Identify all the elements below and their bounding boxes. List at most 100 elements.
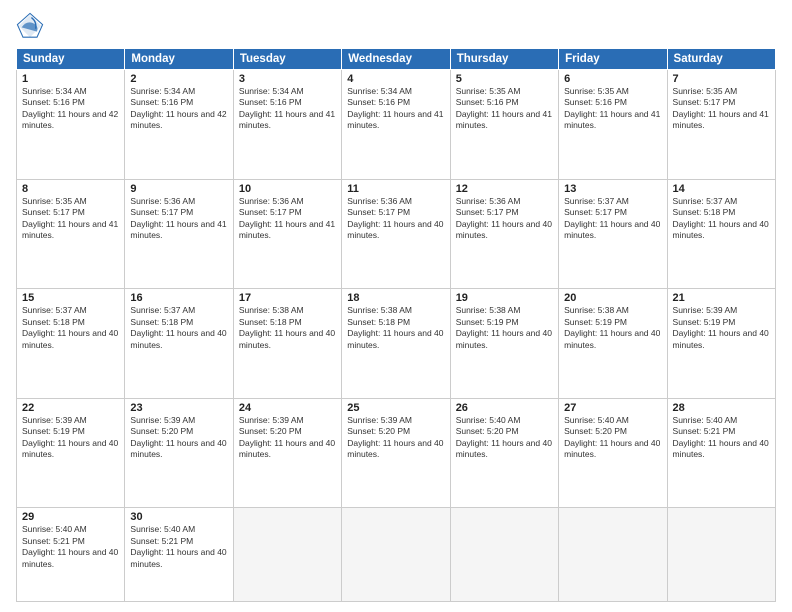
day-cell-27: 27Sunrise: 5:40 AMSunset: 5:20 PMDayligh… — [559, 398, 667, 508]
day-cell-20: 20Sunrise: 5:38 AMSunset: 5:19 PMDayligh… — [559, 289, 667, 399]
day-info: Sunrise: 5:39 AMSunset: 5:20 PMDaylight:… — [347, 415, 444, 461]
days-header-row: SundayMondayTuesdayWednesdayThursdayFrid… — [17, 49, 776, 70]
day-number: 1 — [22, 73, 119, 85]
day-info: Sunrise: 5:36 AMSunset: 5:17 PMDaylight:… — [347, 196, 444, 242]
day-cell-19: 19Sunrise: 5:38 AMSunset: 5:19 PMDayligh… — [450, 289, 558, 399]
day-cell-14: 14Sunrise: 5:37 AMSunset: 5:18 PMDayligh… — [667, 179, 775, 289]
day-cell-30: 30Sunrise: 5:40 AMSunset: 5:21 PMDayligh… — [125, 508, 233, 602]
day-info: Sunrise: 5:40 AMSunset: 5:20 PMDaylight:… — [456, 415, 553, 461]
day-info: Sunrise: 5:34 AMSunset: 5:16 PMDaylight:… — [22, 86, 119, 132]
day-cell-13: 13Sunrise: 5:37 AMSunset: 5:17 PMDayligh… — [559, 179, 667, 289]
day-cell-12: 12Sunrise: 5:36 AMSunset: 5:17 PMDayligh… — [450, 179, 558, 289]
day-info: Sunrise: 5:39 AMSunset: 5:19 PMDaylight:… — [22, 415, 119, 461]
day-info: Sunrise: 5:38 AMSunset: 5:19 PMDaylight:… — [564, 305, 661, 351]
day-number: 19 — [456, 292, 553, 304]
day-cell-5: 5Sunrise: 5:35 AMSunset: 5:16 PMDaylight… — [450, 70, 558, 180]
day-cell-29: 29Sunrise: 5:40 AMSunset: 5:21 PMDayligh… — [17, 508, 125, 602]
day-cell-8: 8Sunrise: 5:35 AMSunset: 5:17 PMDaylight… — [17, 179, 125, 289]
day-info: Sunrise: 5:34 AMSunset: 5:16 PMDaylight:… — [239, 86, 336, 132]
day-number: 24 — [239, 402, 336, 414]
empty-cell — [342, 508, 450, 602]
day-info: Sunrise: 5:40 AMSunset: 5:21 PMDaylight:… — [22, 524, 119, 570]
day-number: 10 — [239, 183, 336, 195]
empty-cell — [667, 508, 775, 602]
day-cell-22: 22Sunrise: 5:39 AMSunset: 5:19 PMDayligh… — [17, 398, 125, 508]
day-number: 11 — [347, 183, 444, 195]
day-number: 2 — [130, 73, 227, 85]
day-number: 28 — [673, 402, 770, 414]
day-number: 5 — [456, 73, 553, 85]
day-number: 15 — [22, 292, 119, 304]
day-number: 20 — [564, 292, 661, 304]
day-info: Sunrise: 5:40 AMSunset: 5:21 PMDaylight:… — [130, 524, 227, 570]
day-info: Sunrise: 5:35 AMSunset: 5:16 PMDaylight:… — [456, 86, 553, 132]
day-info: Sunrise: 5:36 AMSunset: 5:17 PMDaylight:… — [456, 196, 553, 242]
week-row-3: 15Sunrise: 5:37 AMSunset: 5:18 PMDayligh… — [17, 289, 776, 399]
day-number: 23 — [130, 402, 227, 414]
day-cell-3: 3Sunrise: 5:34 AMSunset: 5:16 PMDaylight… — [233, 70, 341, 180]
day-info: Sunrise: 5:34 AMSunset: 5:16 PMDaylight:… — [347, 86, 444, 132]
day-cell-26: 26Sunrise: 5:40 AMSunset: 5:20 PMDayligh… — [450, 398, 558, 508]
logo — [16, 12, 48, 40]
day-info: Sunrise: 5:37 AMSunset: 5:17 PMDaylight:… — [564, 196, 661, 242]
day-info: Sunrise: 5:37 AMSunset: 5:18 PMDaylight:… — [673, 196, 770, 242]
day-number: 22 — [22, 402, 119, 414]
day-cell-6: 6Sunrise: 5:35 AMSunset: 5:16 PMDaylight… — [559, 70, 667, 180]
day-number: 6 — [564, 73, 661, 85]
day-cell-23: 23Sunrise: 5:39 AMSunset: 5:20 PMDayligh… — [125, 398, 233, 508]
day-cell-21: 21Sunrise: 5:39 AMSunset: 5:19 PMDayligh… — [667, 289, 775, 399]
day-number: 4 — [347, 73, 444, 85]
day-info: Sunrise: 5:34 AMSunset: 5:16 PMDaylight:… — [130, 86, 227, 132]
week-row-1: 1Sunrise: 5:34 AMSunset: 5:16 PMDaylight… — [17, 70, 776, 180]
day-header-friday: Friday — [559, 49, 667, 70]
day-info: Sunrise: 5:35 AMSunset: 5:16 PMDaylight:… — [564, 86, 661, 132]
empty-cell — [450, 508, 558, 602]
day-info: Sunrise: 5:40 AMSunset: 5:21 PMDaylight:… — [673, 415, 770, 461]
week-row-5: 29Sunrise: 5:40 AMSunset: 5:21 PMDayligh… — [17, 508, 776, 602]
day-header-sunday: Sunday — [17, 49, 125, 70]
day-cell-11: 11Sunrise: 5:36 AMSunset: 5:17 PMDayligh… — [342, 179, 450, 289]
day-cell-28: 28Sunrise: 5:40 AMSunset: 5:21 PMDayligh… — [667, 398, 775, 508]
day-number: 14 — [673, 183, 770, 195]
day-number: 21 — [673, 292, 770, 304]
day-number: 8 — [22, 183, 119, 195]
day-header-wednesday: Wednesday — [342, 49, 450, 70]
day-number: 9 — [130, 183, 227, 195]
day-info: Sunrise: 5:38 AMSunset: 5:18 PMDaylight:… — [239, 305, 336, 351]
day-number: 16 — [130, 292, 227, 304]
day-info: Sunrise: 5:35 AMSunset: 5:17 PMDaylight:… — [22, 196, 119, 242]
day-number: 17 — [239, 292, 336, 304]
day-number: 13 — [564, 183, 661, 195]
day-cell-15: 15Sunrise: 5:37 AMSunset: 5:18 PMDayligh… — [17, 289, 125, 399]
day-header-monday: Monday — [125, 49, 233, 70]
logo-icon — [16, 12, 44, 40]
day-number: 7 — [673, 73, 770, 85]
day-cell-7: 7Sunrise: 5:35 AMSunset: 5:17 PMDaylight… — [667, 70, 775, 180]
empty-cell — [559, 508, 667, 602]
empty-cell — [233, 508, 341, 602]
header — [16, 12, 776, 40]
day-number: 3 — [239, 73, 336, 85]
page: SundayMondayTuesdayWednesdayThursdayFrid… — [0, 0, 792, 612]
day-info: Sunrise: 5:39 AMSunset: 5:20 PMDaylight:… — [130, 415, 227, 461]
day-cell-10: 10Sunrise: 5:36 AMSunset: 5:17 PMDayligh… — [233, 179, 341, 289]
day-info: Sunrise: 5:37 AMSunset: 5:18 PMDaylight:… — [22, 305, 119, 351]
day-cell-16: 16Sunrise: 5:37 AMSunset: 5:18 PMDayligh… — [125, 289, 233, 399]
day-info: Sunrise: 5:38 AMSunset: 5:18 PMDaylight:… — [347, 305, 444, 351]
week-row-4: 22Sunrise: 5:39 AMSunset: 5:19 PMDayligh… — [17, 398, 776, 508]
day-header-thursday: Thursday — [450, 49, 558, 70]
day-header-tuesday: Tuesday — [233, 49, 341, 70]
day-info: Sunrise: 5:39 AMSunset: 5:19 PMDaylight:… — [673, 305, 770, 351]
day-info: Sunrise: 5:39 AMSunset: 5:20 PMDaylight:… — [239, 415, 336, 461]
day-cell-25: 25Sunrise: 5:39 AMSunset: 5:20 PMDayligh… — [342, 398, 450, 508]
day-cell-9: 9Sunrise: 5:36 AMSunset: 5:17 PMDaylight… — [125, 179, 233, 289]
day-info: Sunrise: 5:36 AMSunset: 5:17 PMDaylight:… — [239, 196, 336, 242]
day-cell-1: 1Sunrise: 5:34 AMSunset: 5:16 PMDaylight… — [17, 70, 125, 180]
day-number: 27 — [564, 402, 661, 414]
day-info: Sunrise: 5:36 AMSunset: 5:17 PMDaylight:… — [130, 196, 227, 242]
day-info: Sunrise: 5:38 AMSunset: 5:19 PMDaylight:… — [456, 305, 553, 351]
day-cell-4: 4Sunrise: 5:34 AMSunset: 5:16 PMDaylight… — [342, 70, 450, 180]
day-number: 12 — [456, 183, 553, 195]
day-number: 18 — [347, 292, 444, 304]
day-info: Sunrise: 5:35 AMSunset: 5:17 PMDaylight:… — [673, 86, 770, 132]
